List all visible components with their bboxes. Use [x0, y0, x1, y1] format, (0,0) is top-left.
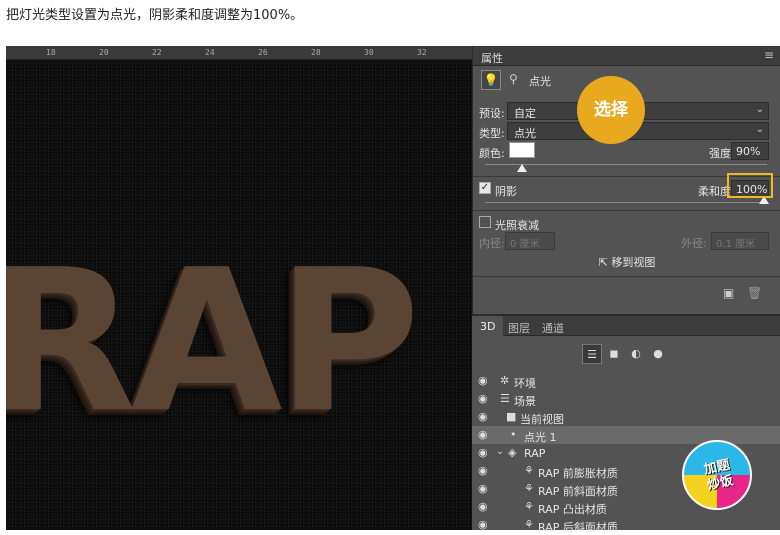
eye-icon[interactable]: ◉ — [478, 464, 488, 477]
tab-3d[interactable]: 3D — [472, 316, 504, 336]
callout-bubble: 选择 — [577, 76, 645, 144]
falloff-radius-row: 内径: 0 厘米 外径: 0.1 厘米 — [473, 232, 780, 252]
layer-name: 当前视图 — [520, 413, 564, 426]
eye-icon[interactable]: ◉ — [478, 392, 488, 405]
properties-panel-header: 属性 ≡ — [473, 46, 780, 66]
eye-icon[interactable]: ◉ — [478, 500, 488, 513]
layer-name: RAP 前膨胀材质 — [538, 467, 618, 480]
eye-icon[interactable]: ◉ — [478, 446, 488, 459]
environment-icon: ✲ — [500, 374, 510, 387]
light-filter-icon[interactable]: ● — [648, 344, 668, 364]
light-bulb-icon: • — [510, 428, 517, 441]
chevron-down-icon[interactable]: ⌄ — [496, 446, 504, 457]
type-value: 点光 — [514, 127, 536, 140]
watermark-logo-text: 加题 炒饭 — [702, 457, 735, 494]
ruler-tick: 30 — [364, 48, 374, 57]
layer-row[interactable]: ◉ ■ 当前视图 — [472, 408, 780, 426]
outer-radius-input[interactable]: 0.1 厘米 — [711, 232, 769, 250]
material-filter-icon[interactable]: ◐ — [626, 344, 646, 364]
layer-name: 点光 1 — [524, 431, 557, 444]
layer-name: 环境 — [514, 377, 536, 390]
tab-channels[interactable]: 通道 — [534, 316, 572, 336]
material-icon: ⚘ — [524, 482, 534, 495]
light-type-label: 点光 — [529, 75, 551, 88]
shadow-label: 阴影 — [495, 185, 517, 198]
eye-icon[interactable]: ◉ — [478, 410, 488, 423]
preset-value: 自定 — [514, 107, 536, 120]
falloff-label: 光照衰减 — [495, 219, 539, 232]
divider — [473, 276, 780, 277]
falloff-row: 光照衰减 — [473, 214, 780, 234]
scene-filter-icon[interactable]: ☰ — [582, 344, 602, 364]
inner-radius-label: 内径: — [479, 237, 505, 250]
ruler-tick: 28 — [311, 48, 321, 57]
inner-radius-input[interactable]: 0 厘米 — [505, 232, 555, 250]
render-icon[interactable]: ▣ — [723, 286, 734, 300]
color-swatch[interactable] — [509, 142, 535, 158]
move-to-view-icon: ⇱ — [598, 256, 612, 269]
divider — [473, 210, 780, 211]
ruler-tick: 24 — [205, 48, 215, 57]
shadow-checkbox[interactable]: ✓ — [479, 182, 491, 194]
layer-row[interactable]: ◉ ✲ 环境 — [472, 372, 780, 390]
watermark-logo: 加题 炒饭 — [682, 440, 752, 510]
mesh-icon: ◈ — [508, 446, 517, 459]
eye-icon[interactable]: ◉ — [478, 518, 488, 531]
3d-text-object[interactable]: RAP — [6, 242, 420, 442]
canvas-area[interactable]: 18 20 22 24 26 28 30 32 RAP — [6, 46, 472, 530]
panel-menu-icon[interactable]: ≡ — [764, 48, 774, 62]
eye-icon[interactable]: ◉ — [478, 428, 488, 441]
instruction-caption: 把灯光类型设置为点光，阴影柔和度调整为100%。 — [6, 8, 304, 23]
ruler-tick: 18 — [46, 48, 56, 57]
preset-label: 预设: — [479, 107, 505, 120]
chevron-down-icon: ⌄ — [755, 124, 764, 135]
material-icon: ⚘ — [524, 518, 534, 531]
layer-name: RAP 凸出材质 — [538, 503, 607, 516]
layer-name: RAP 前斜面材质 — [538, 485, 618, 498]
move-to-view-label: 移到视图 — [611, 256, 656, 269]
ruler-tick: 32 — [417, 48, 427, 57]
layer-row[interactable]: ◉ ⚘ RAP 后斜面材质 — [472, 516, 780, 534]
panel-tabs: 3D 图层 通道 — [472, 316, 780, 336]
trash-icon[interactable]: 🗑 — [747, 286, 762, 300]
intensity-slider-thumb[interactable] — [516, 164, 527, 172]
horizontal-ruler: 18 20 22 24 26 28 30 32 — [6, 46, 472, 60]
chevron-down-icon: ⌄ — [755, 104, 764, 115]
falloff-checkbox[interactable] — [479, 216, 491, 228]
layer-row-selected[interactable]: ◉ • 点光 1 — [472, 426, 780, 444]
scene-icon: ☰ — [500, 392, 510, 405]
outer-radius-label: 外径: — [681, 237, 707, 250]
material-icon: ⚘ — [524, 500, 534, 513]
softness-highlight-box — [727, 173, 773, 198]
layer-name: RAP 后斜面材质 — [538, 521, 618, 534]
softness-slider-track[interactable] — [485, 202, 767, 203]
layer-row[interactable]: ◉ ☰ 场景 — [472, 390, 780, 408]
panel-title: 属性 — [481, 52, 503, 65]
eye-icon[interactable]: ◉ — [478, 482, 488, 495]
move-to-view-button[interactable]: ⇱ 移到视图 — [473, 254, 780, 270]
intensity-slider-track[interactable] — [485, 164, 767, 165]
layer-name: 场景 — [514, 395, 536, 408]
color-label: 颜色: — [479, 147, 505, 160]
type-label: 类型: — [479, 127, 505, 140]
camera-icon: ■ — [506, 410, 517, 423]
mesh-filter-icon[interactable]: ◼ — [604, 344, 624, 364]
ruler-tick: 22 — [152, 48, 162, 57]
light-bulb-icon[interactable]: 💡 — [481, 70, 501, 90]
eye-icon[interactable]: ◉ — [478, 374, 488, 387]
material-icon: ⚘ — [524, 464, 534, 477]
coordinates-icon[interactable]: ⚲ — [509, 72, 518, 86]
layer-name: RAP — [524, 447, 546, 460]
tab-layers[interactable]: 图层 — [500, 316, 538, 336]
ruler-tick: 20 — [99, 48, 109, 57]
color-row: 颜色: 强度: 90% — [473, 142, 780, 162]
ruler-tick: 26 — [258, 48, 268, 57]
intensity-input[interactable]: 90% — [731, 142, 769, 160]
